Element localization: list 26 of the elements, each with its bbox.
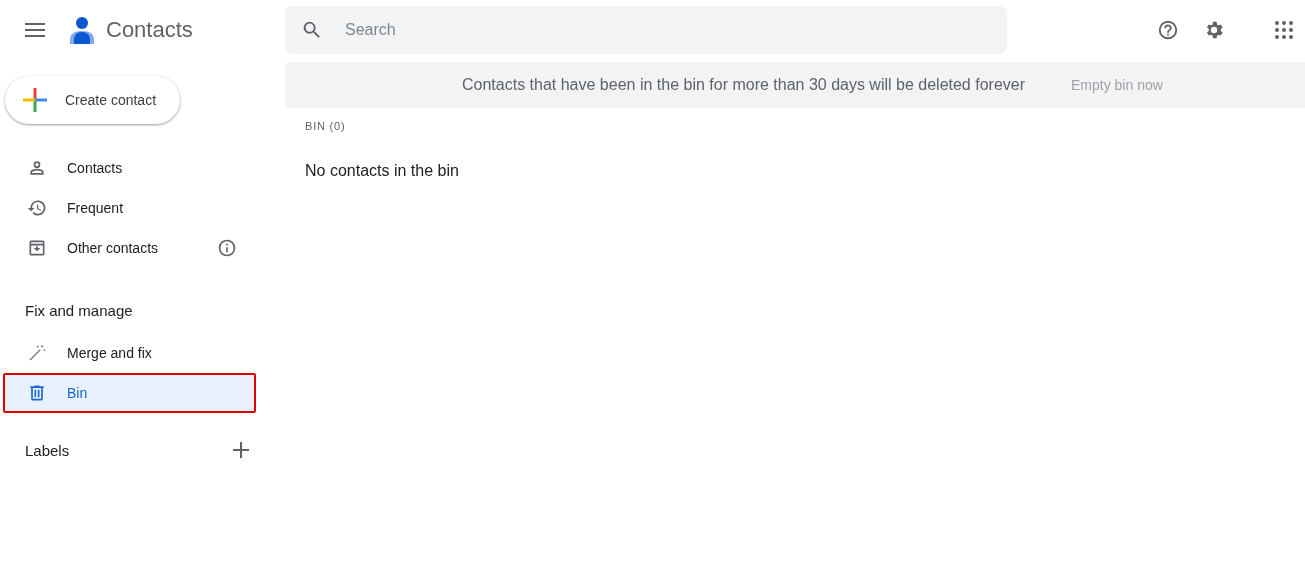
section-heading: Labels xyxy=(25,441,70,459)
list-heading: BIN (0) xyxy=(304,119,347,132)
archive-icon xyxy=(27,238,47,258)
magic-wand-icon xyxy=(27,343,47,363)
create-contact-button[interactable]: Create contact xyxy=(5,76,181,124)
banner-message: Contacts that have been in the bin for more than 30 days will be deleted forever xyxy=(462,76,1025,94)
search-field[interactable]: Search xyxy=(285,6,1007,54)
info-icon[interactable] xyxy=(217,238,237,258)
sidebar-item[interactable]: Contacts xyxy=(0,148,253,188)
person-icon xyxy=(27,158,47,178)
add-label-button[interactable] xyxy=(232,441,250,459)
app-title: Contacts xyxy=(106,17,193,43)
sidebar-item[interactable]: Bin xyxy=(3,373,256,413)
section-heading: Fix and manage xyxy=(24,301,134,321)
help-button[interactable] xyxy=(1157,19,1179,41)
search-icon xyxy=(301,19,323,41)
menu-button[interactable] xyxy=(24,22,46,38)
trash-icon xyxy=(27,383,47,403)
search-field[interactable]: Search xyxy=(343,20,991,40)
apps-button[interactable] xyxy=(1275,21,1293,39)
plus-icon xyxy=(23,88,47,112)
history-icon xyxy=(27,198,47,218)
sidebar-item[interactable]: Other contacts xyxy=(0,228,253,268)
sidebar-item[interactable]: Merge and fix xyxy=(0,333,253,373)
sidebar-item[interactable]: Frequent xyxy=(0,188,253,228)
empty-message: No contacts in the bin xyxy=(304,161,460,180)
